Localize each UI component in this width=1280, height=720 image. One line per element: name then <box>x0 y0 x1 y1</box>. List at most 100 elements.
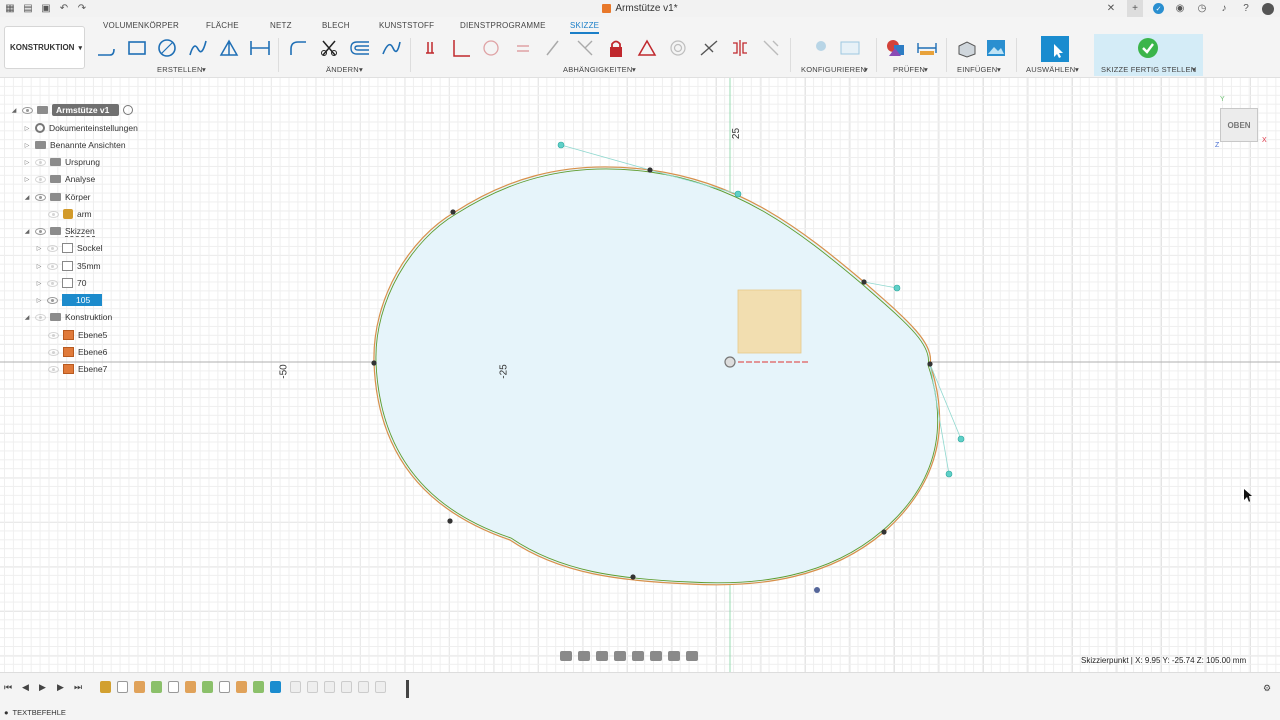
grid-menu-icon[interactable]: ▦ <box>4 3 16 15</box>
text-commands-bar[interactable]: ● TEXTBEFEHLE <box>0 705 1280 720</box>
tangent-icon[interactable] <box>480 37 502 59</box>
offset-tool-icon[interactable] <box>349 37 371 59</box>
circle-tool-icon[interactable] <box>156 37 178 59</box>
timeline-end-icon[interactable]: ⏭ <box>74 682 82 693</box>
save-icon[interactable]: ▣ <box>40 3 52 15</box>
browser-item-105[interactable]: ▷ 105 <box>35 293 103 307</box>
group-insert-label[interactable]: EINFÜGEN <box>957 65 997 74</box>
group-constraints-label[interactable]: ABHÄNGIGKEITEN <box>563 65 632 74</box>
eye-icon[interactable] <box>47 244 58 252</box>
timeline-feature-active-sketch[interactable] <box>270 681 281 693</box>
collapse-arrow-icon[interactable]: ◢ <box>23 228 31 235</box>
timeline-play-icon[interactable]: ▶ <box>39 682 46 693</box>
browser-item-dokumenteinstellungen[interactable]: ▷ Dokumenteinstellungen <box>23 121 138 135</box>
polygon-tool-icon[interactable] <box>218 37 240 59</box>
tab-netz[interactable]: NETZ <box>270 21 292 30</box>
equal-icon[interactable] <box>512 37 534 59</box>
triangle-icon[interactable] <box>636 37 658 59</box>
browser-item-konstruktion[interactable]: ◢ Konstruktion <box>23 310 113 324</box>
expand-arrow-icon[interactable]: ▷ <box>35 297 43 304</box>
timeline-feature-extrude[interactable] <box>236 681 247 693</box>
group-configure-label[interactable]: KONFIGURIEREN <box>801 65 866 74</box>
group-create-label[interactable]: ERSTELLEN <box>157 65 203 74</box>
timeline-feature-sketch[interactable] <box>168 681 179 693</box>
expand-arrow-icon[interactable]: ▷ <box>23 125 31 132</box>
tab-dienstprogramme[interactable]: DIENSTPROGRAMME <box>460 21 546 30</box>
browser-item-benannte-ansichten[interactable]: ▷ Benannte Ansichten <box>23 138 126 152</box>
browser-item-35mm[interactable]: ▷ 35mm <box>35 259 101 273</box>
eye-icon[interactable] <box>47 296 58 304</box>
display-settings-icon[interactable] <box>650 651 662 661</box>
timeline-feature-suppressed[interactable] <box>290 681 301 693</box>
bell-icon[interactable]: ♪ <box>1218 3 1230 15</box>
expand-arrow-icon[interactable]: ▷ <box>35 245 43 252</box>
expand-arrow-icon[interactable]: ▷ <box>23 176 31 183</box>
expand-arrow-icon[interactable]: ▷ <box>23 142 31 149</box>
browser-item-analyse[interactable]: ▷ Analyse <box>23 172 96 186</box>
zoom-window-icon[interactable] <box>632 651 644 661</box>
browser-item-arm[interactable]: arm <box>48 207 92 221</box>
group-modify-label[interactable]: ÄNDERN <box>326 65 359 74</box>
timeline-feature-suppressed[interactable] <box>358 681 369 693</box>
eye-icon[interactable] <box>48 331 59 339</box>
activate-radio-icon[interactable] <box>123 105 134 115</box>
eye-icon[interactable] <box>48 348 59 356</box>
browser-item-ursprung[interactable]: ▷ Ursprung <box>23 155 100 169</box>
collapse-arrow-icon[interactable]: ◢ <box>10 107 18 114</box>
timeline-marker[interactable] <box>406 680 409 698</box>
group-select-label[interactable]: AUSWÄHLEN <box>1026 65 1075 74</box>
tab-skizze[interactable]: SKIZZE <box>570 21 600 34</box>
select-cursor-icon[interactable] <box>1041 36 1069 62</box>
line-tool-icon[interactable] <box>95 37 117 59</box>
timeline-feature-suppressed[interactable] <box>375 681 386 693</box>
eye-icon[interactable] <box>35 193 46 201</box>
pan-icon[interactable] <box>596 651 608 661</box>
interference-icon[interactable] <box>885 37 907 59</box>
concentric-icon[interactable] <box>667 37 689 59</box>
timeline-feature-suppressed[interactable] <box>307 681 318 693</box>
trim-tool-icon[interactable] <box>318 37 340 59</box>
eye-icon[interactable] <box>48 365 59 373</box>
browser-item-ebene6[interactable]: Ebene6 <box>48 345 107 359</box>
midpoint-icon[interactable] <box>698 37 720 59</box>
redo-icon[interactable]: ↷ <box>76 3 88 15</box>
avatar[interactable] <box>1262 2 1274 15</box>
timeline-feature-extrude[interactable] <box>185 681 196 693</box>
timeline-feature-plane[interactable] <box>202 681 213 693</box>
job-status-icon[interactable]: ◉ <box>1174 3 1186 15</box>
eye-icon[interactable] <box>35 175 46 183</box>
measure-icon[interactable] <box>916 37 938 59</box>
grid-settings-icon[interactable] <box>668 651 680 661</box>
eye-icon[interactable] <box>35 158 46 166</box>
lock-icon[interactable] <box>605 37 627 59</box>
new-tab-icon[interactable]: + <box>1127 0 1143 17</box>
undo-icon[interactable]: ↶ <box>58 3 70 15</box>
file-icon[interactable]: ▤ <box>22 3 34 15</box>
fillet-tool-icon[interactable] <box>287 37 309 59</box>
zoom-icon[interactable] <box>614 651 626 661</box>
symmetry-icon[interactable] <box>729 37 751 59</box>
rectangle-tool-icon[interactable] <box>126 37 148 59</box>
workspace-switcher[interactable]: KONSTRUKTION ▾ <box>4 26 85 69</box>
collinear-icon[interactable] <box>574 37 596 59</box>
timeline-feature-plane[interactable] <box>151 681 162 693</box>
tab-blech[interactable]: BLECH <box>322 21 350 30</box>
timeline-feature-sketch[interactable] <box>219 681 230 693</box>
eye-icon[interactable] <box>22 106 33 114</box>
browser-item-skizzen[interactable]: ◢ Skizzen <box>23 224 95 238</box>
eye-icon[interactable] <box>47 279 58 287</box>
extensions-icon[interactable]: ✓ <box>1153 3 1164 14</box>
insert-image-icon[interactable] <box>985 37 1007 59</box>
coincident-icon[interactable] <box>420 37 442 59</box>
collapse-arrow-icon[interactable]: ◢ <box>23 194 31 201</box>
timeline-feature-suppressed[interactable] <box>341 681 352 693</box>
timeline-back-icon[interactable]: ◀ <box>22 682 29 693</box>
timeline-feature-body[interactable] <box>100 681 111 693</box>
perpendicular-icon[interactable] <box>450 37 472 59</box>
browser-item-70[interactable]: ▷ 70 <box>35 276 86 290</box>
collapse-arrow-icon[interactable]: ◢ <box>23 314 31 321</box>
fix-icon[interactable] <box>760 37 782 59</box>
viewports-icon[interactable] <box>686 651 698 661</box>
timeline-feature-suppressed[interactable] <box>324 681 335 693</box>
arc-tool-icon[interactable] <box>187 37 209 59</box>
